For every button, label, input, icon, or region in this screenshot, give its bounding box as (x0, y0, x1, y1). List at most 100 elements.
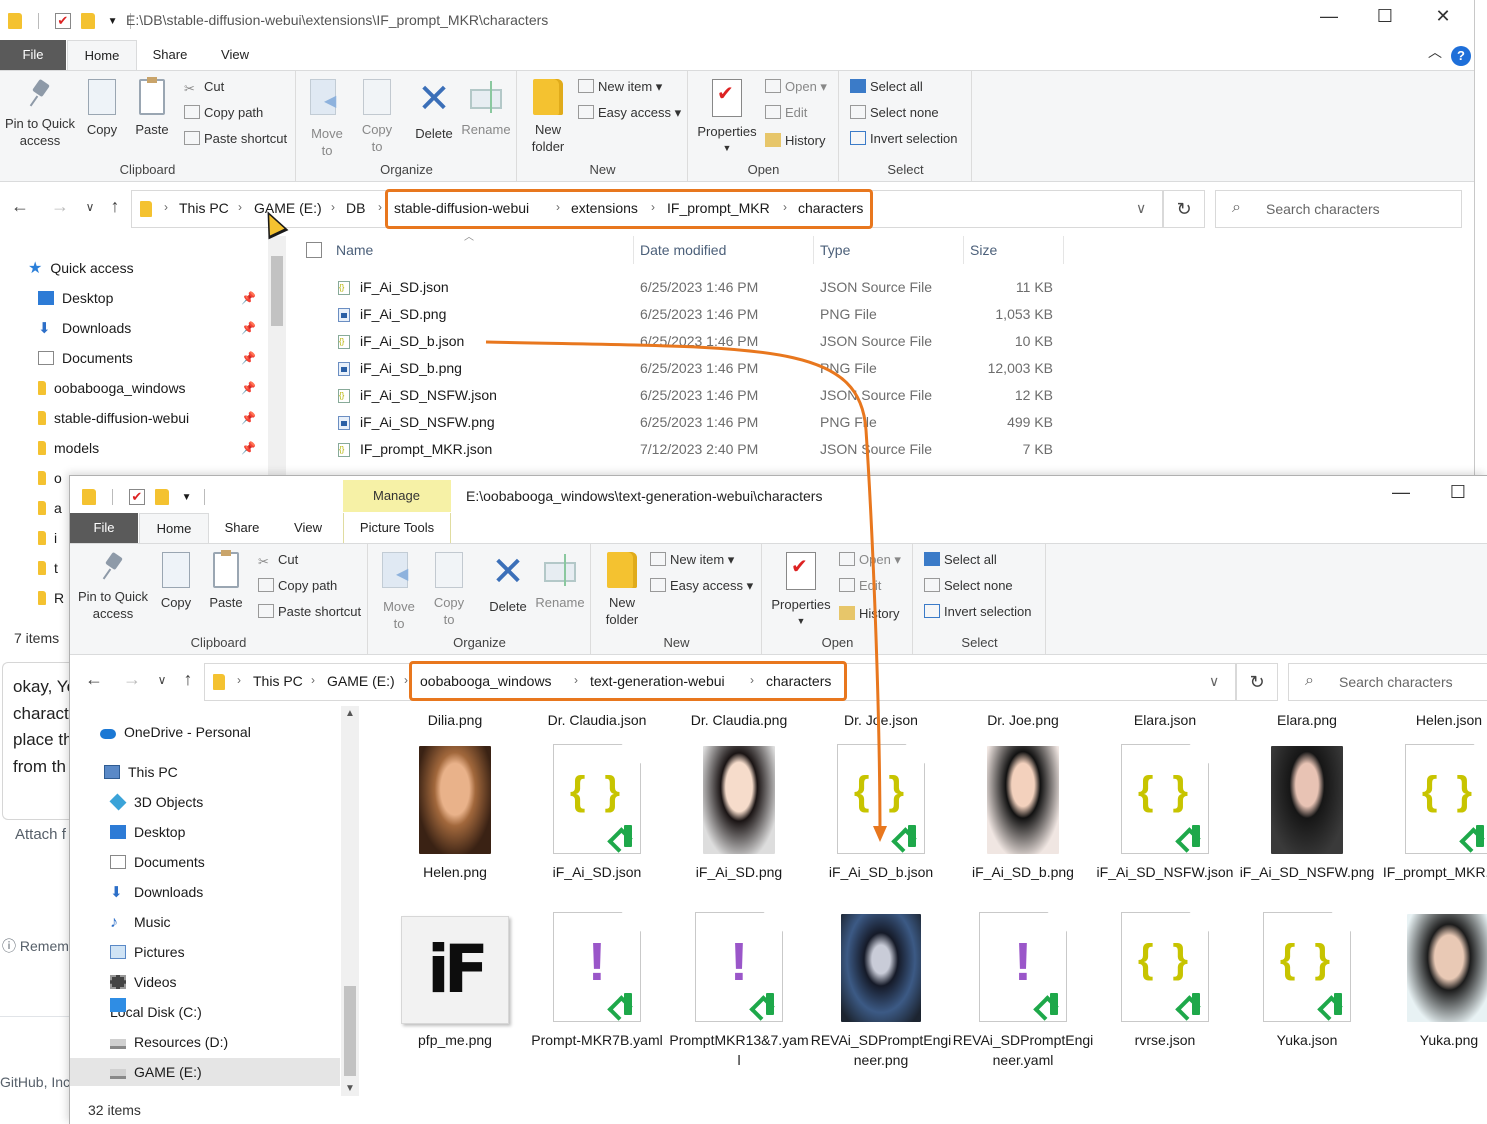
copy-to-button[interactable]: Copy to (427, 550, 471, 628)
paste-shortcut-button[interactable]: Paste shortcut (258, 602, 361, 622)
nav-videos[interactable]: Videos (110, 968, 340, 996)
paste-shortcut-button[interactable]: Paste shortcut (184, 129, 287, 149)
column-type[interactable]: Type (814, 236, 964, 264)
new-folder-button[interactable]: New folder (598, 550, 646, 628)
nav-3d-objects[interactable]: 3D Objects (109, 788, 340, 816)
column-name[interactable]: Name (330, 236, 634, 264)
properties-button[interactable]: Properties ▼ (693, 77, 761, 157)
file-row[interactable]: iF_Ai_SD.png 6/25/2023 1:46 PM PNG File 1,0… (330, 301, 1070, 328)
tab-home[interactable]: Home (67, 40, 137, 70)
minimize-button[interactable]: — (1386, 482, 1416, 503)
tab-share[interactable]: Share (140, 40, 200, 70)
new-folder-button[interactable]: New folder (524, 77, 572, 155)
nav-pictures[interactable]: Pictures (110, 938, 340, 966)
search-box[interactable]: ⌕ Search characters (1288, 663, 1487, 701)
search-box[interactable]: ⌕ Search characters (1215, 190, 1462, 228)
file-tile[interactable]: iF_Ai_SD.png (674, 744, 804, 904)
up-button[interactable]: ↑ (103, 196, 127, 217)
history-button[interactable]: History (765, 131, 825, 151)
back-button[interactable]: ← (82, 669, 106, 690)
paste-button[interactable]: Paste (204, 550, 248, 611)
properties-check-icon[interactable]: ✔ (128, 489, 145, 506)
attach-files-link[interactable]: Attach f (15, 826, 66, 843)
new-folder-icon[interactable] (80, 13, 95, 30)
file-tile[interactable]: ! Prompt-MKR7B.yaml (531, 912, 663, 1072)
nav-quick-access[interactable]: ★ Quick access (28, 254, 268, 282)
delete-button[interactable]: ✕ Delete (409, 77, 459, 142)
move-to-button[interactable]: Move to (377, 550, 421, 632)
minimize-button[interactable]: — (1314, 6, 1344, 27)
new-folder-icon[interactable] (154, 489, 169, 506)
history-button[interactable]: History (839, 604, 899, 624)
nav-desktop[interactable]: Desktop (110, 818, 340, 846)
select-all-button[interactable]: Select all (850, 77, 923, 97)
properties-button[interactable]: Properties ▼ (767, 550, 835, 630)
nav-models[interactable]: models 📌 (38, 434, 266, 462)
file-row[interactable]: iF_Ai_SD_b.png 6/25/2023 1:46 PM PNG File 1… (330, 355, 1070, 382)
nav-downloads[interactable]: ⬇ Downloads (110, 878, 340, 906)
easy-access-button[interactable]: Easy access ▾ (578, 103, 681, 123)
file-tile[interactable]: { } iF_Ai_SD_b.json (816, 744, 946, 904)
address-dropdown-icon[interactable]: ∨ (1209, 673, 1219, 690)
select-none-button[interactable]: Select none (850, 103, 939, 123)
file-tile[interactable]: ! PromptMKR13&7.yaml (669, 912, 809, 1072)
file-tile[interactable]: Helen.png (390, 744, 520, 904)
tab-picture-tools[interactable]: Picture Tools (343, 513, 451, 543)
open-button[interactable]: Open ▾ (839, 550, 901, 570)
ribbon-collapse-icon[interactable]: ︿ (1420, 42, 1450, 62)
file-tile[interactable]: Yuka.png (1384, 912, 1487, 1072)
recent-locations-chevron-icon[interactable]: ∨ (150, 673, 174, 687)
invert-selection-button[interactable]: Invert selection (924, 602, 1031, 622)
file-row[interactable]: IF_prompt_MKR.json 7/12/2023 2:40 PM JSON … (330, 436, 1070, 463)
nav-documents[interactable]: Documents (110, 848, 340, 876)
copy-path-button[interactable]: Copy path (258, 576, 337, 596)
file-tile[interactable]: iF pfp_me.png (390, 912, 520, 1072)
nav-documents[interactable]: Documents 📌 (38, 344, 266, 372)
new-item-button[interactable]: New item ▾ (578, 77, 662, 97)
select-all-checkbox[interactable] (306, 242, 322, 258)
breadcrumb-game-e[interactable]: GAME (E:) (327, 673, 395, 689)
forward-button[interactable]: → (48, 196, 72, 217)
customize-dropdown-icon[interactable]: ▼ (108, 16, 118, 27)
rename-button[interactable]: Rename (461, 77, 511, 138)
copy-button[interactable]: Copy (80, 77, 124, 138)
select-none-button[interactable]: Select none (924, 576, 1013, 596)
column-date-modified[interactable]: Date modified (634, 236, 814, 264)
nav-stable-diffusion-webui[interactable]: stable-diffusion-webui 📌 (38, 404, 266, 432)
file-tile[interactable]: REVAi_SDPromptEngineer.png (811, 912, 951, 1072)
nav-game-e[interactable]: GAME (E:) (70, 1058, 340, 1086)
select-all-button[interactable]: Select all (924, 550, 997, 570)
copy-path-button[interactable]: Copy path (184, 103, 263, 123)
cut-button[interactable]: ✂ Cut (258, 550, 298, 570)
invert-selection-button[interactable]: Invert selection (850, 129, 957, 149)
close-button[interactable]: ✕ (1428, 6, 1458, 27)
pin-to-quick-access-button[interactable]: Pin to Quick access (4, 77, 76, 149)
forward-button[interactable]: → (120, 669, 144, 690)
file-row[interactable]: iF_Ai_SD_b.json 6/25/2023 1:46 PM JSON Sou… (330, 328, 1070, 355)
scrollbar-thumb[interactable] (271, 256, 283, 326)
file-row[interactable]: iF_Ai_SD_NSFW.png 6/25/2023 1:46 PM PNG Fi… (330, 409, 1070, 436)
file-row[interactable]: iF_Ai_SD_NSFW.json 6/25/2023 1:46 PM JSON … (330, 382, 1070, 409)
nav-downloads[interactable]: ⬇ Downloads 📌 (38, 314, 266, 342)
edit-button[interactable]: Edit (839, 576, 881, 596)
nav-music[interactable]: ♪ Music (110, 908, 340, 936)
refresh-button[interactable]: ↻ (1236, 663, 1278, 701)
nav-oobabooga-windows[interactable]: oobabooga_windows 📌 (38, 374, 266, 402)
file-tile[interactable]: { } rvrse.json (1100, 912, 1230, 1072)
file-tile[interactable]: ! REVAi_SDPromptEngineer.yaml (953, 912, 1093, 1072)
tab-file[interactable]: File (0, 40, 66, 70)
file-tile[interactable]: iF_Ai_SD_b.png (958, 744, 1088, 904)
file-tile[interactable]: { } IF_prompt_MKR.json (1383, 744, 1487, 904)
back-button[interactable]: ← (8, 196, 32, 217)
breadcrumb-this-pc[interactable]: This PC (179, 200, 229, 216)
tab-view[interactable]: View (205, 40, 265, 70)
column-size[interactable]: Size (964, 236, 1064, 264)
file-tile[interactable]: { } iF_Ai_SD.json (532, 744, 662, 904)
nav-this-pc[interactable]: This PC (104, 758, 340, 786)
up-button[interactable]: ↑ (176, 669, 200, 690)
easy-access-button[interactable]: Easy access ▾ (650, 576, 753, 596)
refresh-button[interactable]: ↻ (1163, 190, 1205, 228)
help-icon[interactable]: ? (1451, 46, 1471, 66)
pin-to-quick-access-button[interactable]: Pin to Quick access (76, 550, 150, 622)
scrollbar-thumb[interactable] (344, 986, 356, 1076)
